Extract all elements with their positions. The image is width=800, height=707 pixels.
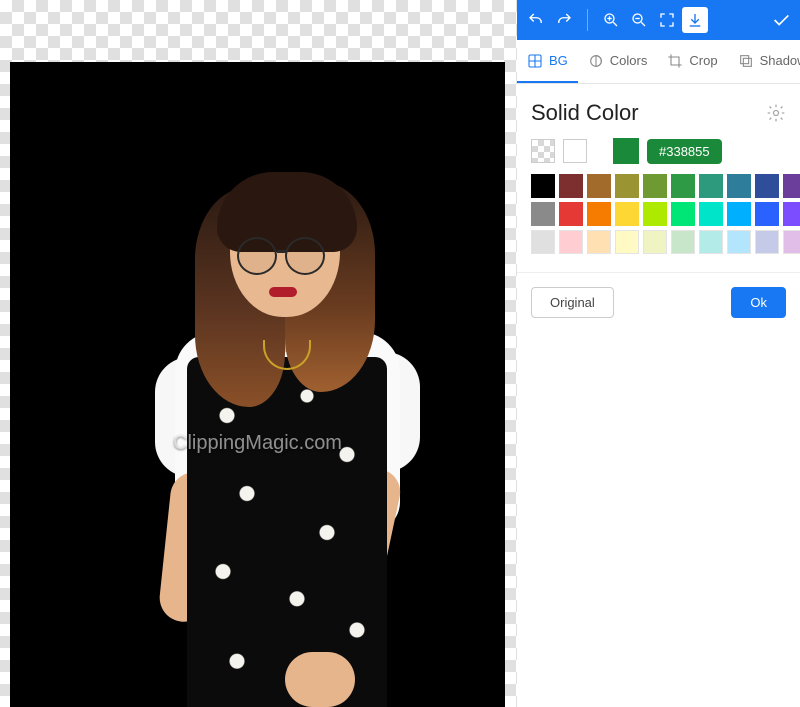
palette-color[interactable] xyxy=(643,202,667,226)
fit-screen-icon[interactable] xyxy=(654,7,680,33)
section-title: Solid Color xyxy=(531,100,639,126)
palette-color[interactable] xyxy=(699,174,723,198)
palette-color[interactable] xyxy=(783,174,800,198)
tab-colors[interactable]: Colors xyxy=(578,40,658,83)
shadows-icon xyxy=(738,53,754,69)
download-icon[interactable] xyxy=(682,7,708,33)
tab-shadows-label: Shadows xyxy=(760,53,800,68)
subject-figure xyxy=(165,182,445,707)
contrast-icon xyxy=(588,53,604,69)
palette-color[interactable] xyxy=(587,174,611,198)
image-frame[interactable]: ClippingMagic.com xyxy=(10,62,505,707)
palette-color[interactable] xyxy=(559,174,583,198)
ok-button[interactable]: Ok xyxy=(731,287,786,318)
palette-color[interactable] xyxy=(755,230,779,254)
palette-color[interactable] xyxy=(587,202,611,226)
palette-color[interactable] xyxy=(531,174,555,198)
palette-color[interactable] xyxy=(643,230,667,254)
palette-color[interactable] xyxy=(727,230,751,254)
redo-icon[interactable] xyxy=(551,7,577,33)
swatch-transparent[interactable] xyxy=(531,139,555,163)
palette-color[interactable] xyxy=(559,230,583,254)
palette-color[interactable] xyxy=(727,202,751,226)
tab-bg-label: BG xyxy=(549,53,568,68)
zoom-out-icon[interactable] xyxy=(626,7,652,33)
palette-color[interactable] xyxy=(783,230,800,254)
tab-shadows[interactable]: Shadows xyxy=(728,40,800,83)
palette-color[interactable] xyxy=(755,174,779,198)
palette-color[interactable] xyxy=(671,202,695,226)
palette-color[interactable] xyxy=(671,174,695,198)
palette-color[interactable] xyxy=(699,202,723,226)
tab-crop-label: Crop xyxy=(689,53,717,68)
tabs-bar: BG Colors Crop Shadows xyxy=(517,40,800,84)
panel-footer: Original Ok xyxy=(517,272,800,332)
palette-color[interactable] xyxy=(531,202,555,226)
palette-color[interactable] xyxy=(615,230,639,254)
undo-icon[interactable] xyxy=(523,7,549,33)
palette-color[interactable] xyxy=(755,202,779,226)
palette-color[interactable] xyxy=(615,202,639,226)
zoom-in-icon[interactable] xyxy=(598,7,624,33)
side-panel: BG Colors Crop Shadows Solid Color xyxy=(517,0,800,707)
bg-section: Solid Color #338855 xyxy=(517,84,800,264)
palette-color[interactable] xyxy=(559,202,583,226)
palette-color[interactable] xyxy=(587,230,611,254)
palette-color[interactable] xyxy=(783,202,800,226)
tab-colors-label: Colors xyxy=(610,53,648,68)
palette-color[interactable] xyxy=(531,230,555,254)
tab-crop[interactable]: Crop xyxy=(657,40,727,83)
palette-color[interactable] xyxy=(671,230,695,254)
crop-icon xyxy=(667,53,683,69)
confirm-icon[interactable] xyxy=(768,7,794,33)
preset-row: #338855 xyxy=(531,138,786,164)
palette-color[interactable] xyxy=(699,230,723,254)
grid-icon xyxy=(527,53,543,69)
original-button[interactable]: Original xyxy=(531,287,614,318)
tab-bg[interactable]: BG xyxy=(517,40,578,83)
palette-color[interactable] xyxy=(643,174,667,198)
swatch-custom-color[interactable] xyxy=(613,138,639,164)
top-toolbar xyxy=(517,0,800,40)
gear-icon[interactable] xyxy=(766,103,786,123)
palette-color[interactable] xyxy=(615,174,639,198)
swatch-white[interactable] xyxy=(563,139,587,163)
hex-chip[interactable]: #338855 xyxy=(647,139,722,164)
color-palette xyxy=(531,174,786,254)
canvas-area[interactable]: ClippingMagic.com xyxy=(0,0,517,707)
palette-color[interactable] xyxy=(727,174,751,198)
